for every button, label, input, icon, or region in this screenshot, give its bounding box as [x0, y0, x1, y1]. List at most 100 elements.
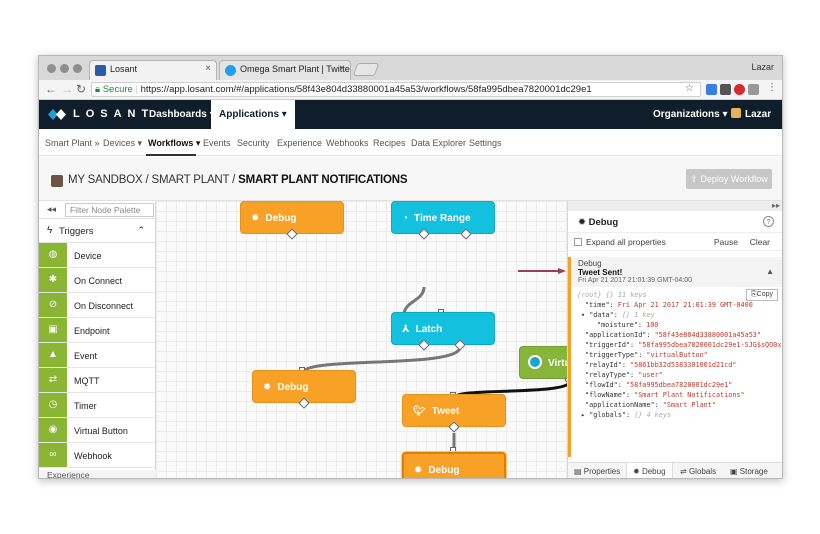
collapse-palette-icon[interactable]: ◂◂ — [47, 204, 56, 215]
node-label: Debug — [277, 382, 309, 393]
tab-title: Losant — [110, 64, 138, 74]
extension-icon[interactable] — [706, 84, 717, 95]
tab-debug[interactable]: ✹ Debug — [626, 463, 673, 478]
debug-node-3[interactable]: ✹ Debug — [402, 452, 506, 478]
palette-node-on-disconnect[interactable]: ⊘ On Disconnect — [39, 293, 155, 318]
subnav-experience[interactable]: Experience — [277, 138, 322, 148]
expand-all-checkbox[interactable] — [574, 238, 582, 246]
menu-kebab-icon[interactable]: ⋮ — [767, 82, 777, 93]
tree-row: "flowId": "58fa995dbea7820001dc29e1" — [585, 381, 733, 389]
palette-node-webhook[interactable]: ∞ Webhook — [39, 443, 155, 468]
deploy-workflow-button[interactable]: ⇪ Deploy Workflow — [686, 169, 772, 189]
tree-row[interactable]: ▸ "globals": {} 4 keys — [581, 411, 671, 419]
pause-button[interactable]: Pause — [714, 237, 738, 247]
palette-filter-input[interactable]: Filter Node Palette — [65, 203, 154, 217]
chevron-up-icon: ⌃ — [137, 225, 145, 235]
bug-icon: ✹ — [414, 465, 423, 476]
vpn-icon[interactable] — [748, 84, 759, 95]
close-tab-icon[interactable]: × — [339, 63, 345, 74]
tree-row: "moisture": 100 — [597, 321, 659, 329]
palette-node-label: Virtual Button — [74, 426, 128, 436]
tab-properties[interactable]: ▤ Properties — [574, 463, 620, 478]
panel-tabs: ▤ Properties ✹ Debug ⇌ Globals ▣ Storage — [568, 462, 782, 478]
applications-menu[interactable]: Applications ▾ — [211, 100, 295, 129]
clear-button[interactable]: Clear — [750, 237, 770, 247]
browser-profile-name[interactable]: Lazar — [751, 62, 774, 72]
chevron-up-icon[interactable]: ▲ — [766, 267, 774, 276]
palette-node-label: MQTT — [74, 376, 100, 386]
breadcrumb-application[interactable]: SMART PLANT / — [151, 174, 235, 186]
user-menu[interactable]: Lazar ▾ — [723, 100, 782, 149]
help-icon[interactable]: ? — [763, 216, 774, 227]
section-label: Triggers — [59, 226, 94, 237]
collapse-panel-icon[interactable]: ▸▸ — [568, 201, 782, 211]
tab-title: Omega Smart Plant | Twitter Al — [240, 64, 351, 74]
subnav-workflows[interactable]: Workflows ▾ — [148, 138, 200, 149]
tree-root[interactable]: {root} {} 11 keys — [577, 291, 647, 299]
tab-storage[interactable]: ▣ Storage — [730, 463, 768, 478]
breadcrumb-sandbox[interactable]: MY SANDBOX / — [68, 174, 149, 186]
palette-node-endpoint[interactable]: ▣ Endpoint — [39, 318, 155, 343]
palette-node-label: On Connect — [74, 276, 123, 286]
subnav-events[interactable]: Events — [203, 138, 231, 148]
palette-node-label: Timer — [74, 401, 97, 411]
close-window-dot[interactable] — [47, 64, 56, 73]
panel-title-text: Debug — [588, 217, 619, 228]
tree-row[interactable]: ▾ "data": {} 1 key — [581, 311, 655, 319]
subnav-recipes[interactable]: Recipes — [373, 138, 406, 148]
tree-row: "triggerId": "58fa995dbea7820001dc29e1-S… — [585, 341, 783, 349]
palette-node-timer[interactable]: ◷ Timer — [39, 393, 155, 418]
browser-tab-losant[interactable]: Losant × — [89, 60, 217, 80]
palette-node-event[interactable]: ▲ Event — [39, 343, 155, 368]
subnav-webhooks[interactable]: Webhooks — [326, 138, 368, 148]
browser-tab-twitter[interactable]: Omega Smart Plant | Twitter Al × — [219, 60, 351, 80]
maximize-window-dot[interactable] — [73, 64, 82, 73]
disconnect-icon: ⊘ — [39, 293, 67, 317]
forward-arrow-icon[interactable]: → — [61, 82, 73, 96]
breadcrumb-workflow: SMART PLANT NOTIFICATIONS — [238, 174, 408, 186]
subnav-data-explorer[interactable]: Data Explorer — [411, 138, 466, 148]
virtual-button-icon: ◉ — [39, 418, 67, 442]
tab-globals[interactable]: ⇌ Globals — [680, 463, 716, 478]
back-arrow-icon[interactable]: ← — [45, 82, 57, 96]
copy-button[interactable]: ⎘Copy — [746, 289, 778, 301]
workflow-canvas[interactable]: ✹ Debug ◔ Time Range ⅄ Latch Virtual Button… — [156, 201, 567, 478]
palette-node-label: Webhook — [74, 451, 112, 461]
debug-message-header[interactable]: Debug Tweet Sent! Fri Apr 21 2017 21:01:… — [568, 257, 782, 287]
tree-row: "flowName": "Smart Plant Notifications" — [585, 391, 745, 399]
subnav-settings[interactable]: Settings — [469, 138, 502, 148]
device-icon: ◍ — [39, 243, 67, 267]
node-label: Tweet — [431, 406, 460, 417]
pocket-icon[interactable] — [720, 84, 731, 95]
palette-node-virtual-button[interactable]: ◉ Virtual Button — [39, 418, 155, 443]
close-tab-icon[interactable]: × — [205, 63, 211, 74]
message-node-name: Debug — [578, 259, 602, 268]
triggers-section-header[interactable]: ϟ Triggers ⌃ — [39, 219, 155, 243]
sandbox-avatar-icon — [51, 175, 63, 187]
tree-row: "applicationName": "Smart Plant" — [585, 401, 716, 409]
subnav-devices[interactable]: Devices ▾ — [103, 138, 142, 149]
subnav-app-name[interactable]: Smart Plant » — [45, 138, 100, 148]
time-range-node[interactable]: ◔ Time Range — [391, 201, 495, 234]
url-field[interactable]: 🔒︎ Secure | https://app.losant.com/#/app… — [91, 82, 701, 97]
subnav-security[interactable]: Security — [237, 138, 270, 148]
bug-icon: ✹ — [251, 213, 260, 224]
node-label: Debug — [265, 213, 297, 224]
palette-node-on-connect[interactable]: ✱ On Connect — [39, 268, 155, 293]
minimize-window-dot[interactable] — [60, 64, 69, 73]
virtual-button-node[interactable]: Virtual Button — [519, 346, 567, 379]
latch-node[interactable]: ⅄ Latch — [391, 312, 495, 345]
node-label: Virtual Button — [548, 358, 567, 369]
message-time: Fri Apr 21 2017 21:01:39 GMT-04:00 — [578, 277, 693, 284]
bookmark-star-icon[interactable]: ☆ — [685, 83, 694, 94]
organizations-menu[interactable]: Organizations ▾ — [645, 100, 735, 129]
palette-node-device[interactable]: ◍ Device — [39, 243, 155, 268]
experience-section-header[interactable]: Experience — [39, 470, 156, 478]
tree-row: "relayId": "5861bb32d5383301001d21cd" — [585, 361, 737, 369]
opera-icon[interactable] — [734, 84, 745, 95]
palette-node-mqtt[interactable]: ⇄ MQTT — [39, 368, 155, 393]
new-tab-button[interactable] — [352, 63, 380, 76]
reload-icon[interactable]: ↻ — [76, 82, 86, 96]
address-bar: ← → ↻ 🔒︎ Secure | https://app.losant.com… — [39, 80, 782, 100]
page-title: MY SANDBOX / SMART PLANT / SMART PLANT N… — [68, 174, 408, 186]
